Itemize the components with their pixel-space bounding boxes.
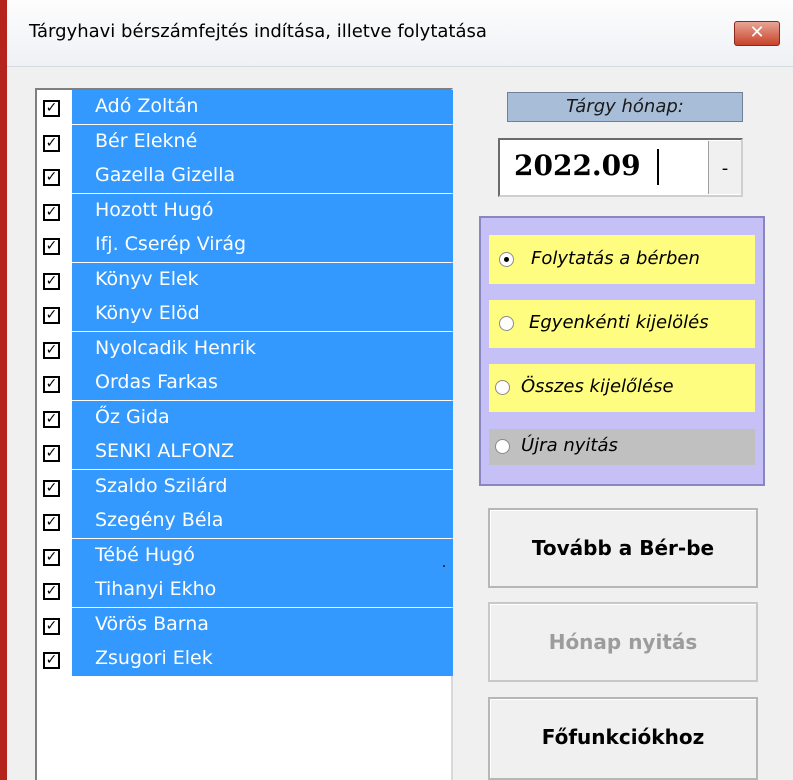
employee-name: Szegény Béla <box>95 509 224 531</box>
close-button[interactable]: ✕ <box>734 21 780 46</box>
employee-name: Gazella Gizella <box>95 164 236 186</box>
list-item[interactable]: ✓ Ordas Farkas <box>37 366 453 400</box>
employee-name: Ordas Farkas <box>95 371 218 393</box>
list-item[interactable]: ✓ Hozott Hugó <box>37 193 453 228</box>
option-label: Összes kijelőlése <box>521 376 674 397</box>
employee-name: Nyolcadik Henrik <box>95 336 256 359</box>
list-item[interactable]: ✓ Gazella Gizella <box>37 159 453 193</box>
employee-name: Ifj. Cserép Virág <box>95 233 247 255</box>
checkbox[interactable]: ✓ <box>43 203 60 221</box>
option-continue-payroll[interactable]: Folytatás a bérben <box>489 235 755 284</box>
employee-name: Zsugori Elek <box>95 647 213 669</box>
checkbox[interactable]: ✓ <box>43 238 60 255</box>
open-month-button[interactable]: Hónap nyitás <box>488 602 758 682</box>
list-item[interactable]: ✓ Adó Zoltán <box>37 90 453 124</box>
employee-name: Őz Gida <box>95 405 170 428</box>
list-item[interactable]: ✓ Ifj. Cserép Virág <box>37 228 453 262</box>
employee-name: Könyv Elek <box>95 267 199 290</box>
checkbox[interactable]: ✓ <box>43 410 60 428</box>
month-value[interactable]: 2022.09 <box>514 149 641 182</box>
month-dropdown-button[interactable]: - <box>708 141 741 194</box>
text-cursor <box>657 149 659 185</box>
list-item[interactable]: ✓ Tihanyi Ekho <box>37 573 453 607</box>
list-item[interactable]: ✓ SENKI ALFONZ <box>37 435 453 469</box>
employee-name: Hozott Hugó <box>95 198 214 221</box>
option-select-all[interactable]: Összes kijelőlése <box>489 364 755 412</box>
employee-name: Bér Elekné <box>95 129 198 152</box>
employee-listbox[interactable]: ✓ Adó Zoltán ✓ Bér Elekné ✓ Gazella Gizella ✓ H… <box>35 88 453 780</box>
employee-name: SENKI ALFONZ <box>95 440 235 462</box>
list-item[interactable]: ✓ Könyv Elöd <box>37 297 453 331</box>
list-item[interactable]: ✓ Nyolcadik Henrik <box>37 331 453 366</box>
employee-name: Vörös Barna <box>95 612 209 635</box>
option-label: Folytatás a bérben <box>531 248 700 269</box>
parent-window-edge <box>0 0 7 780</box>
mode-option-frame: Folytatás a bérben Egyenkénti kijelölés … <box>479 216 765 486</box>
radio-reopen[interactable] <box>495 439 510 454</box>
window-title: Tárgyhavi bérszámfejtés indítása, illetv… <box>29 21 487 42</box>
list-item[interactable]: ✓ Zsugori Elek <box>37 642 453 676</box>
radio-individual-select[interactable] <box>499 316 514 331</box>
month-combobox[interactable]: 2022.09 - <box>498 138 743 197</box>
option-label: Egyenkénti kijelölés <box>529 312 709 333</box>
list-item[interactable]: ✓ Szaldo Szilárd <box>37 469 453 504</box>
checkbox[interactable]: ✓ <box>43 376 60 393</box>
employee-name: Könyv Elöd <box>95 302 200 324</box>
option-reopen[interactable]: Újra nyitás <box>489 429 755 465</box>
list-item[interactable]: ✓ Vörös Barna <box>37 607 453 642</box>
checkbox[interactable]: ✓ <box>43 272 60 290</box>
checkbox[interactable]: ✓ <box>43 617 60 635</box>
dialog-window: Tárgyhavi bérszámfejtés indítása, illetv… <box>7 0 793 780</box>
checkbox[interactable]: ✓ <box>43 100 60 117</box>
checkbox[interactable]: ✓ <box>43 134 60 152</box>
dropdown-arrow-icon: - <box>721 158 729 179</box>
list-item[interactable]: ✓ Könyv Elek <box>37 262 453 297</box>
checkbox[interactable]: ✓ <box>43 479 60 497</box>
checkbox[interactable]: ✓ <box>43 548 60 566</box>
employee-name: Tihanyi Ekho <box>95 578 217 600</box>
title-bar: Tárgyhavi bérszámfejtés indítása, illetv… <box>7 0 793 67</box>
option-label: Újra nyitás <box>521 435 618 456</box>
main-functions-button[interactable]: Főfunkciókhoz <box>488 697 758 780</box>
employee-name: Szaldo Szilárd <box>95 474 228 497</box>
list-item[interactable]: ✓ Szegény Béla <box>37 504 453 538</box>
resize-dot <box>443 565 445 567</box>
radio-continue-payroll[interactable] <box>499 252 514 267</box>
checkbox[interactable]: ✓ <box>43 307 60 324</box>
month-label: Tárgy hónap: <box>507 92 743 122</box>
checkbox[interactable]: ✓ <box>43 652 60 669</box>
checkbox[interactable]: ✓ <box>43 514 60 531</box>
checkbox[interactable]: ✓ <box>43 341 60 359</box>
list-item[interactable]: ✓ Tébé Hugó <box>37 538 453 573</box>
checkbox[interactable]: ✓ <box>43 583 60 600</box>
option-individual-select[interactable]: Egyenkénti kijelölés <box>489 300 755 348</box>
continue-to-payroll-button[interactable]: Tovább a Bér-be <box>488 508 758 588</box>
checkbox[interactable]: ✓ <box>43 445 60 462</box>
employee-name: Tébé Hugó <box>95 543 195 566</box>
radio-select-all[interactable] <box>495 380 510 395</box>
employee-name: Adó Zoltán <box>95 95 199 117</box>
list-item[interactable]: ✓ Őz Gida <box>37 400 453 435</box>
checkbox[interactable]: ✓ <box>43 169 60 186</box>
list-item[interactable]: ✓ Bér Elekné <box>37 124 453 159</box>
